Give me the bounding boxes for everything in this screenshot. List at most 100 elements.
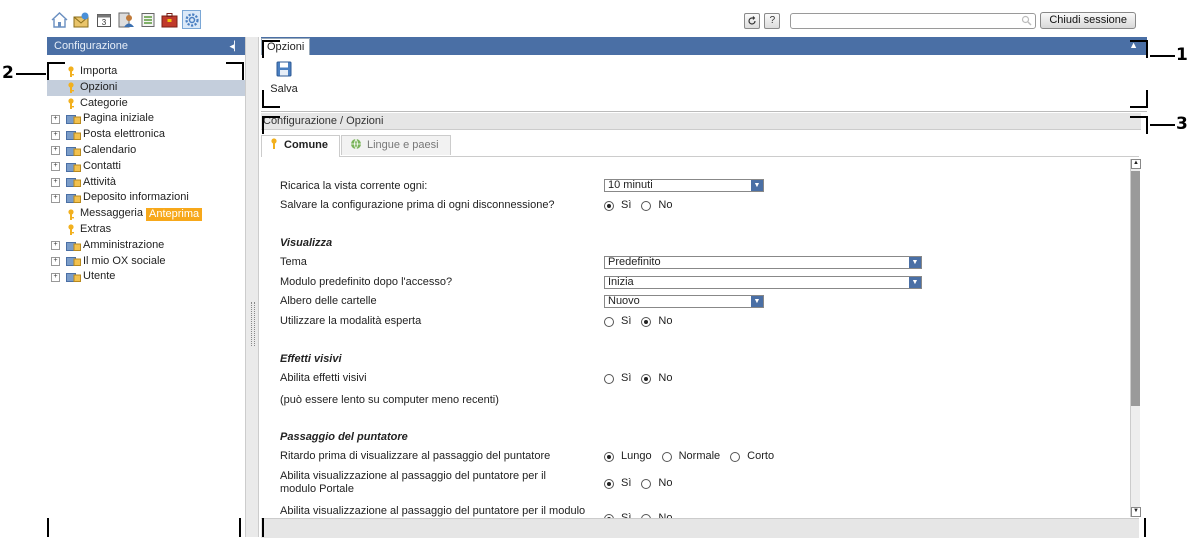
search-input[interactable]: [790, 12, 1037, 29]
theme-select[interactable]: Predefinito ▼: [604, 256, 922, 269]
refresh-button[interactable]: [744, 12, 761, 29]
radio-long-label: Lungo: [621, 450, 652, 462]
sidebar-item[interactable]: Extras: [47, 222, 245, 238]
chevron-down-icon: ▼: [909, 277, 921, 288]
config-icon[interactable]: [182, 10, 201, 29]
vertical-scrollbar[interactable]: ▲ ▼: [1130, 159, 1141, 517]
expert-no[interactable]: No: [641, 315, 672, 328]
sidebar-item[interactable]: Messaggeria Anteprima: [47, 206, 245, 222]
help-button[interactable]: ?: [764, 12, 781, 29]
bracket-2-bl: [47, 518, 49, 537]
sidebar-item[interactable]: + Attività: [47, 175, 245, 191]
sidebar-item-label: Categorie: [80, 96, 128, 109]
tasks-icon[interactable]: [138, 10, 157, 29]
pane-splitter[interactable]: [245, 37, 259, 537]
radio-yes[interactable]: [604, 316, 614, 327]
expand-icon[interactable]: +: [51, 114, 60, 124]
chevron-down-icon: ▼: [751, 296, 763, 307]
expand-icon[interactable]: +: [51, 162, 60, 172]
effects-radios: Sì No: [604, 372, 682, 385]
chevron-down-icon: ▼: [909, 257, 921, 268]
expand-icon[interactable]: +: [51, 272, 60, 282]
radio-yes-label: Sì: [621, 372, 632, 384]
radio-no[interactable]: [641, 200, 652, 211]
contacts-icon[interactable]: [116, 10, 135, 29]
sidebar-item[interactable]: + Il mio OX sociale: [47, 254, 245, 270]
expand-icon[interactable]: +: [51, 177, 60, 187]
folder-tree-select[interactable]: Nuovo ▼: [604, 295, 764, 308]
sidebar-item[interactable]: + Pagina iniziale: [47, 111, 245, 127]
radio-yes[interactable]: [604, 373, 614, 384]
save-conf-no[interactable]: No: [641, 199, 672, 212]
radio-long[interactable]: [604, 451, 614, 462]
sidebar-item[interactable]: + Utente: [47, 269, 245, 285]
callout-1: 1: [1176, 45, 1188, 65]
sidebar-item[interactable]: + Contatti: [47, 159, 245, 175]
expert-yes[interactable]: Sì: [604, 315, 631, 328]
expand-icon[interactable]: +: [51, 256, 60, 266]
sidebar-item[interactable]: + Deposito informazioni: [47, 190, 245, 206]
radio-yes[interactable]: [604, 478, 614, 489]
save-conf-label: Salvare la configurazione prima di ogni …: [280, 199, 555, 211]
infostore-icon[interactable]: [160, 10, 179, 29]
hover-portal-no[interactable]: No: [641, 477, 672, 490]
splitter-grip[interactable]: [251, 302, 255, 346]
home-icon[interactable]: [50, 10, 69, 29]
radio-no[interactable]: [641, 478, 652, 489]
sidebar-item[interactable]: + Amministrazione: [47, 238, 245, 254]
sidebar-item-label: Extras: [80, 222, 112, 235]
sidebar-item-label: Pagina iniziale: [83, 112, 154, 125]
radio-normal[interactable]: [661, 451, 672, 462]
refresh-select[interactable]: 10 minuti ▼: [604, 179, 764, 192]
expand-icon[interactable]: +: [51, 193, 60, 203]
effects-no[interactable]: No: [641, 372, 672, 385]
expand-icon[interactable]: +: [51, 146, 60, 156]
sidebar-item-label: Amministrazione: [83, 238, 165, 251]
radio-no-label: No: [658, 477, 673, 489]
expand-icon[interactable]: +: [51, 130, 60, 140]
tab-comune[interactable]: Comune: [261, 135, 340, 157]
hover-short[interactable]: Corto: [730, 450, 774, 463]
theme-label: Tema: [280, 256, 307, 268]
effects-label: Abilita effetti visivi: [280, 372, 367, 384]
radio-no[interactable]: [641, 373, 652, 384]
globe-icon: [351, 138, 361, 150]
bracket-1-br: [1130, 90, 1148, 108]
sidebar-item[interactable]: Opzioni: [47, 79, 245, 96]
logout-button[interactable]: Chiudi sessione: [1040, 12, 1136, 29]
scroll-down-icon[interactable]: ▼: [1131, 507, 1141, 517]
scrollbar-thumb[interactable]: [1131, 171, 1140, 406]
sidebar-item[interactable]: + Posta elettronica: [47, 127, 245, 143]
folder-icon: [66, 146, 81, 156]
default-module-select[interactable]: Inizia ▼: [604, 276, 922, 289]
ribbon: Salva: [261, 55, 1147, 112]
theme-value: Predefinito: [608, 256, 661, 268]
module-icons: 3: [50, 10, 201, 29]
collapse-sidebar-icon[interactable]: ◂▏: [230, 37, 241, 55]
mail-icon[interactable]: [72, 10, 91, 29]
save-conf-yes[interactable]: Sì: [604, 199, 631, 212]
main-panel: Opzioni ▲ Salva Configurazione / Opzioni…: [261, 37, 1147, 538]
sidebar-item-label: Attività: [83, 175, 117, 188]
scroll-up-icon[interactable]: ▲: [1131, 159, 1141, 169]
radio-no[interactable]: [641, 316, 652, 327]
hover-portal-yes[interactable]: Sì: [604, 477, 631, 490]
radio-yes[interactable]: [604, 200, 614, 211]
search-icon[interactable]: [1021, 15, 1032, 29]
radio-no-label: No: [658, 199, 673, 211]
hover-delay-radios: Lungo Normale Corto: [604, 450, 784, 463]
sidebar-item[interactable]: + Calendario: [47, 143, 245, 159]
sidebar-item-label: Il mio OX sociale: [83, 254, 166, 267]
sidebar-item-label: Messaggeria: [80, 207, 143, 220]
refresh-value: 10 minuti: [608, 179, 653, 191]
hover-normal[interactable]: Normale: [661, 450, 720, 463]
expand-icon[interactable]: +: [51, 241, 60, 251]
calendar-icon[interactable]: 3: [94, 10, 113, 29]
section-visualizza: Visualizza: [280, 237, 333, 249]
sidebar-item[interactable]: Categorie: [47, 96, 245, 112]
effects-yes[interactable]: Sì: [604, 372, 631, 385]
radio-short[interactable]: [730, 451, 741, 462]
hover-long[interactable]: Lungo: [604, 450, 652, 463]
sidebar-item[interactable]: Importa: [47, 64, 245, 80]
tab-lingue[interactable]: Lingue e paesi: [341, 135, 451, 155]
